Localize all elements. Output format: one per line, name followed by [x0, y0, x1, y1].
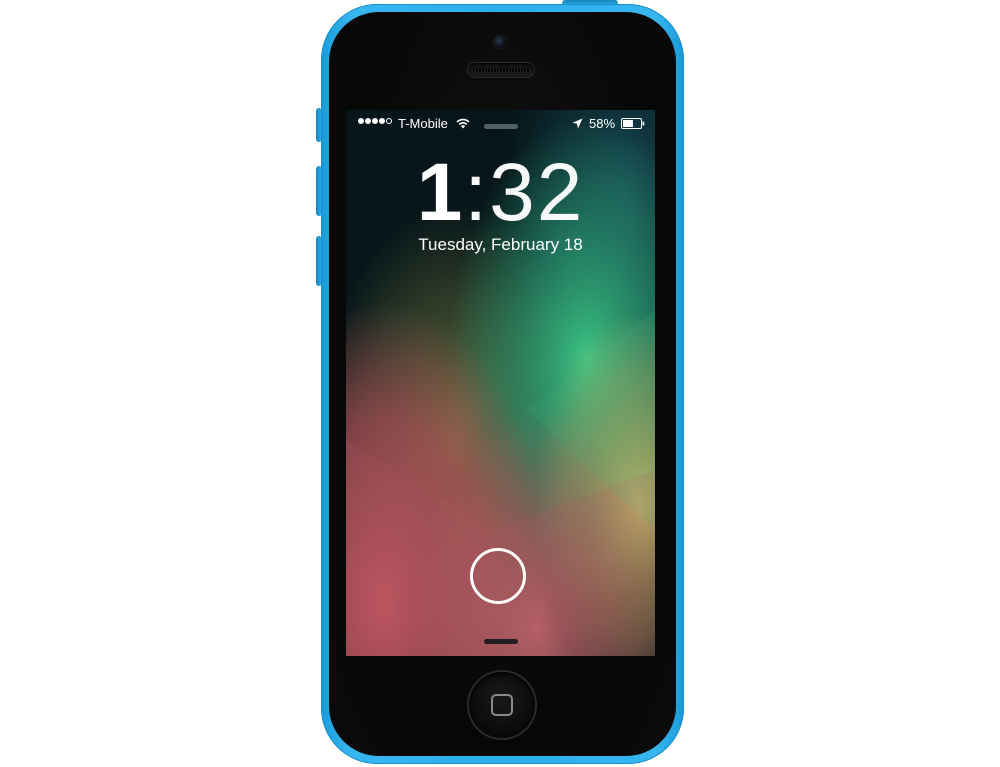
home-button[interactable]: [469, 672, 535, 738]
control-center-grabber-handle[interactable]: [484, 639, 518, 644]
camera-grabber-handle[interactable]: [484, 124, 518, 129]
earpiece-speaker: [468, 63, 534, 77]
time-minutes: 32: [489, 147, 585, 238]
home-square-icon: [491, 694, 513, 716]
time-hour: 1: [416, 147, 465, 238]
time-separator: :: [464, 147, 490, 238]
signal-dot: [379, 118, 385, 124]
lock-screen-date: Tuesday, February 18: [418, 235, 583, 254]
signal-dot: [358, 118, 364, 124]
battery-percentage: 58%: [589, 116, 616, 131]
front-camera: [494, 36, 506, 48]
carrier-name: T-Mobile: [398, 116, 448, 131]
wifi-icon: [456, 118, 470, 129]
unlock-ring-icon[interactable]: [470, 548, 526, 604]
lock-screen-time: 1:32: [346, 152, 655, 234]
stage: T-Mobile 58% 1:32 Tuesday, February 18: [0, 0, 1000, 767]
status-bar: T-Mobile 58%: [346, 110, 655, 131]
signal-strength-icon: [358, 118, 392, 124]
signal-dot: [365, 118, 371, 124]
battery-icon: [621, 118, 645, 129]
lock-screen[interactable]: T-Mobile 58% 1:32 Tuesday, February 18: [346, 110, 655, 656]
signal-dot: [372, 118, 378, 124]
location-arrow-icon: [572, 118, 583, 129]
signal-dot-empty: [386, 118, 392, 124]
